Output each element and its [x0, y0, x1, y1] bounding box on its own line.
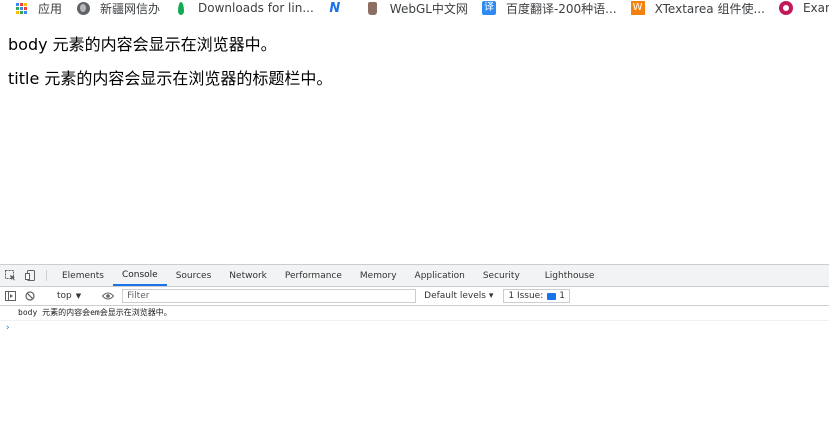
context-label: top — [57, 291, 72, 301]
bookmark-label: WebGL中文网 — [389, 1, 468, 16]
apps-grid-icon — [14, 1, 28, 15]
tab-security[interactable]: Security — [474, 265, 529, 286]
tab-lighthouse[interactable]: Lighthouse — [529, 265, 604, 286]
w-logo-icon: W — [630, 1, 645, 15]
issues-button[interactable]: 1 Issue: 1 — [503, 289, 570, 303]
tab-application[interactable]: Application — [406, 265, 474, 286]
chevron-down-icon: ▼ — [75, 292, 82, 300]
tab-console[interactable]: Console — [112, 265, 167, 286]
sidebar-toggle-icon[interactable] — [0, 291, 20, 301]
tab-sources[interactable]: Sources — [167, 265, 221, 286]
bookmark-xtextarea[interactable]: W XTextarea 组件使... — [630, 0, 765, 16]
message-icon — [547, 292, 557, 300]
tab-performance[interactable]: Performance — [276, 265, 351, 286]
tab-elements[interactable]: Elements — [53, 265, 113, 286]
mongodb-leaf-icon — [174, 1, 188, 15]
eye-icon[interactable] — [98, 292, 118, 300]
clear-console-icon[interactable] — [20, 291, 40, 301]
bookmark-label: 百度翻译-200种语... — [505, 1, 617, 16]
context-selector[interactable]: top ▼ — [53, 291, 85, 301]
prompt-chevron-icon: › — [5, 323, 11, 333]
bookmark-label: 新疆网信办 — [100, 1, 161, 16]
bookmark-label: 应用 — [38, 1, 63, 16]
devtools-tab-bar: Elements Console Sources Network Perform… — [0, 265, 829, 287]
translate-icon: 译 — [481, 1, 496, 15]
bookmark-n-logo[interactable]: N — [328, 0, 352, 16]
page-content: body 元素的内容会显示在浏览器中。 title 元素的内容会显示在浏览器的标… — [8, 36, 332, 88]
console-prompt[interactable]: › — [0, 321, 829, 335]
bookmark-label: Downloads for lin... — [198, 1, 314, 15]
tab-memory[interactable]: Memory — [351, 265, 406, 286]
inspect-element-icon[interactable] — [0, 265, 20, 286]
devtools-panel: Elements Console Sources Network Perform… — [0, 264, 829, 446]
bookmark-xinjiang[interactable]: 新疆网信办 — [76, 0, 160, 16]
bookmark-apps[interactable]: 应用 — [14, 0, 62, 16]
default-levels-dropdown[interactable]: Default levels ▾ — [424, 291, 493, 301]
bookmark-label: XTextarea 组件使... — [654, 1, 765, 16]
device-toolbar-icon[interactable] — [20, 265, 40, 286]
bookmark-downloads[interactable]: Downloads for lin... — [174, 1, 314, 15]
bookmarks-bar: 应用 新疆网信办 Downloads for lin... N WebGL中文网… — [0, 0, 829, 16]
title-text: title 元素的内容会显示在浏览器的标题栏中。 — [8, 69, 333, 88]
issues-count: 1 — [559, 291, 565, 301]
body-text: body 元素的内容会显示在浏览器中。 — [8, 35, 277, 54]
bottle-icon — [366, 1, 380, 15]
bookmark-label: Exam — [802, 1, 829, 15]
circle-logo-icon — [778, 1, 793, 15]
bookmark-exam[interactable]: Exam — [778, 1, 829, 15]
tab-network[interactable]: Network — [220, 265, 276, 286]
bookmark-webgl[interactable]: WebGL中文网 — [366, 0, 468, 16]
issues-label: 1 Issue: — [508, 291, 544, 301]
globe-icon — [76, 1, 90, 15]
n-logo-icon: N — [329, 0, 341, 16]
filter-input[interactable] — [122, 289, 417, 303]
console-message: body 元素的内容会em会显示在浏览器中。 — [0, 306, 829, 321]
console-toolbar: top ▼ Default levels ▾ 1 Issue: 1 — [0, 287, 829, 306]
bookmark-baidu-translate[interactable]: 译 百度翻译-200种语... — [481, 0, 617, 16]
toolbar-divider — [46, 270, 47, 281]
